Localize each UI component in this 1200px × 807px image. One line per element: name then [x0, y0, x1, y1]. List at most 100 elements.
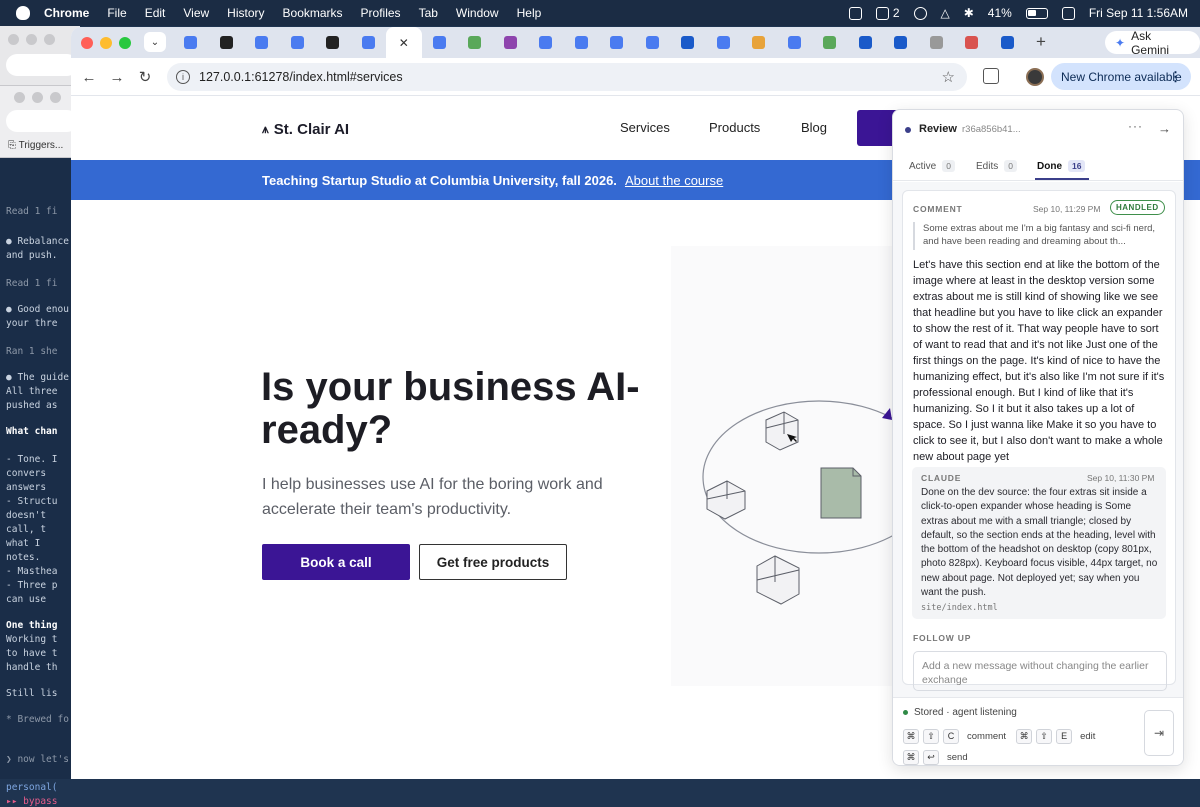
nav-products[interactable]: Products: [709, 120, 760, 135]
bookmark-star-icon[interactable]: ☆: [942, 68, 955, 86]
reload-button[interactable]: ↻: [135, 67, 155, 87]
banner-link[interactable]: About the course: [625, 173, 723, 188]
review-thread-list[interactable]: COMMENT Sep 10, 11:29 PM HANDLED Some ex…: [893, 182, 1183, 697]
browser-tab[interactable]: [741, 27, 777, 58]
triggers-link[interactable]: ⎘ Triggers...: [8, 140, 63, 151]
menu-view[interactable]: View: [183, 6, 209, 20]
browser-tab[interactable]: [990, 27, 1026, 58]
browser-tab[interactable]: [883, 27, 919, 58]
site-info-icon[interactable]: i: [176, 70, 190, 84]
tab-favicon-icon: [432, 36, 446, 49]
browser-tab[interactable]: [244, 27, 280, 58]
agent-status-dot: [903, 710, 908, 715]
chrome-menu-icon[interactable]: ⋮: [1169, 69, 1182, 85]
collapse-panel-icon[interactable]: →: [1158, 121, 1171, 136]
bluetooth-icon[interactable]: ✱: [964, 6, 974, 20]
browser-tab[interactable]: [670, 27, 706, 58]
menu-history[interactable]: History: [227, 6, 264, 20]
tab-active[interactable]: Active 0: [909, 160, 955, 172]
tab-favicon-icon: [290, 36, 304, 49]
browser-tab[interactable]: [315, 27, 351, 58]
browser-tab[interactable]: [919, 27, 955, 58]
drive-icon[interactable]: △: [941, 6, 950, 20]
reply-file-path[interactable]: site/index.html: [921, 603, 998, 613]
window-controls: [81, 37, 131, 49]
menu-help[interactable]: Help: [517, 6, 542, 20]
shortcut-edit-label: edit: [1080, 730, 1096, 742]
get-free-products-button[interactable]: Get free products: [419, 544, 567, 580]
apple-menu-icon[interactable]: [16, 6, 30, 20]
terminal-search-field[interactable]: [6, 54, 78, 76]
status-count-item[interactable]: 2: [875, 6, 900, 20]
browser-tab[interactable]: [954, 27, 990, 58]
tab-favicon-icon: [539, 36, 553, 49]
nav-blog[interactable]: Blog: [801, 120, 827, 135]
tab-done[interactable]: Done 16: [1037, 160, 1086, 172]
menu-edit[interactable]: Edit: [145, 6, 166, 20]
browser-tab[interactable]: [351, 27, 387, 58]
menu-window[interactable]: Window: [456, 6, 499, 20]
terminal-line: Still lis: [6, 688, 58, 699]
new-chrome-available-button[interactable]: New Chrome available ⋮: [1051, 63, 1191, 90]
agent-status-text: Stored · agent listening: [914, 707, 1017, 718]
new-tab-button[interactable]: +: [1036, 32, 1046, 52]
browser-tab[interactable]: [777, 27, 813, 58]
back-button[interactable]: ←: [79, 67, 99, 87]
search-field[interactable]: [6, 110, 78, 132]
more-options-icon[interactable]: ···: [1128, 119, 1143, 133]
browser-tab[interactable]: [280, 27, 316, 58]
menu-bookmarks[interactable]: Bookmarks: [283, 6, 343, 20]
review-status-dot: [905, 127, 911, 133]
browser-tab[interactable]: [493, 27, 529, 58]
extensions-icon[interactable]: [983, 68, 999, 84]
claude-reply: CLAUDE Sep 10, 11:30 PM Done on the dev …: [912, 467, 1166, 619]
browser-tab[interactable]: [528, 27, 564, 58]
menu-profiles[interactable]: Profiles: [361, 6, 401, 20]
browser-tab[interactable]: [848, 27, 884, 58]
browser-tab[interactable]: [422, 27, 458, 58]
tab-edits[interactable]: Edits 0: [976, 160, 1017, 172]
browser-tab[interactable]: [635, 27, 671, 58]
battery-icon[interactable]: [1025, 7, 1048, 19]
status-app-icon[interactable]: [848, 6, 862, 20]
browser-tab[interactable]: [599, 27, 635, 58]
browser-tab[interactable]: [812, 27, 848, 58]
tab-favicon-icon: [823, 36, 837, 49]
tab-favicon-icon: [858, 36, 872, 49]
menu-file[interactable]: File: [107, 6, 126, 20]
zoom-window-button[interactable]: [119, 37, 131, 49]
browser-tab[interactable]: [457, 27, 493, 58]
browser-tab[interactable]: [173, 27, 209, 58]
control-center-icon[interactable]: [1061, 6, 1075, 20]
book-a-call-button[interactable]: Book a call: [262, 544, 410, 580]
follow-up-input[interactable]: Add a new message without changing the e…: [913, 651, 1167, 691]
minimize-window-button[interactable]: [100, 37, 112, 49]
nav-services[interactable]: Services: [620, 120, 670, 135]
close-window-button[interactable]: [81, 37, 93, 49]
c-key: C: [943, 728, 959, 744]
menubar-clock[interactable]: Fri Sep 11 1:56AM: [1089, 6, 1188, 20]
terminal-line: notes.: [6, 552, 41, 563]
forward-button[interactable]: →: [107, 67, 127, 87]
browser-tab[interactable]: [209, 27, 245, 58]
comment-label: COMMENT: [913, 204, 963, 214]
reply-message: Done on the dev source: the four extras …: [921, 487, 1158, 599]
status-count: 2: [892, 6, 900, 20]
profile-avatar[interactable]: [1026, 68, 1044, 86]
ask-gemini-button[interactable]: ✦ Ask Gemini: [1105, 29, 1200, 57]
close-tab-icon[interactable]: ✕: [399, 36, 409, 50]
address-bar[interactable]: i 127.0.0.1:61278/index.html#services ☆: [167, 63, 967, 91]
battery-percent: 41%: [987, 6, 1012, 20]
site-logo[interactable]: ⩚ St. Clair AI: [262, 121, 349, 138]
e-key: E: [1056, 728, 1073, 744]
menu-tab[interactable]: Tab: [419, 6, 438, 20]
tab-active[interactable]: ✕: [386, 27, 422, 58]
send-button[interactable]: ⇥: [1144, 710, 1174, 756]
banner-text: Teaching Startup Studio at Columbia Univ…: [262, 172, 617, 188]
vpn-icon[interactable]: [913, 6, 927, 20]
tab-search-button[interactable]: ⌄: [144, 32, 166, 52]
menu-app-chrome[interactable]: Chrome: [44, 6, 89, 20]
tab-favicon-icon: [184, 36, 198, 49]
browser-tab[interactable]: [564, 27, 600, 58]
browser-tab[interactable]: [706, 27, 742, 58]
